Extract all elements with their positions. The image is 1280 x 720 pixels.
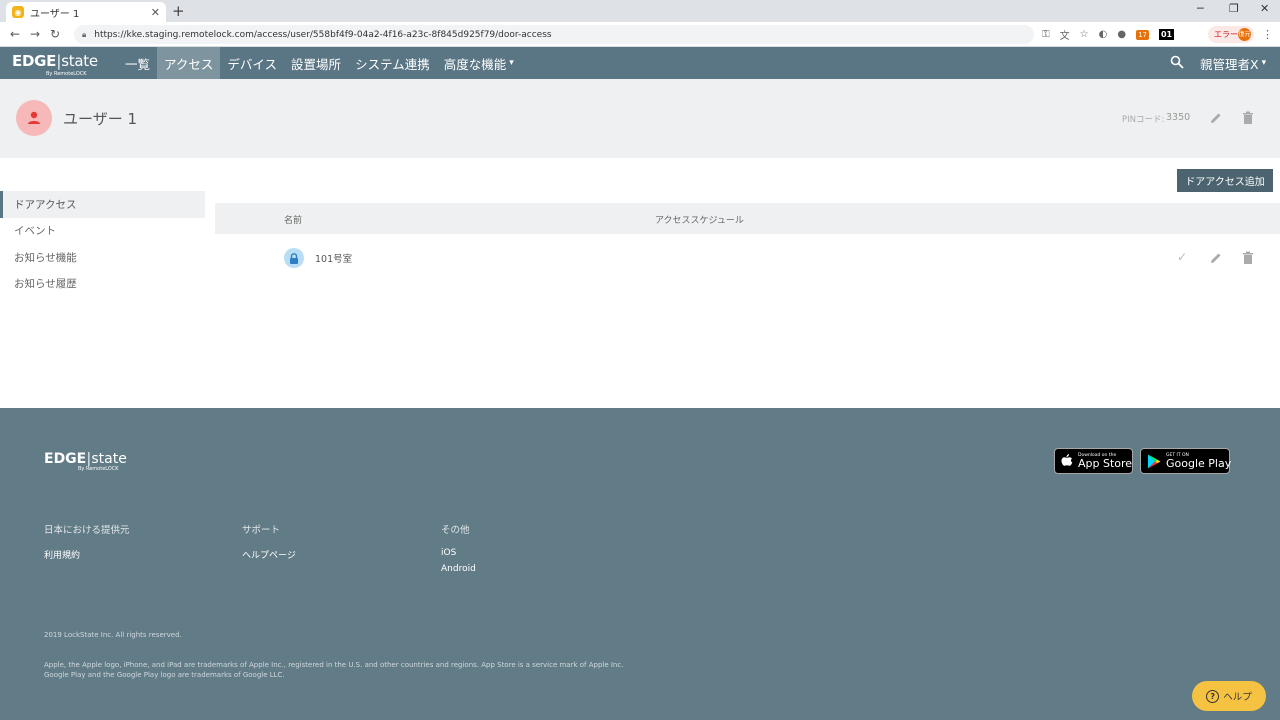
help-button[interactable]: ? ヘルプ <box>1192 681 1266 711</box>
copyright-text: 2019 LockState Inc. All rights reserved. <box>44 631 182 639</box>
browser-toolbar: ← → ↻ 🔒︎ https://kke.staging.remotelock.… <box>0 22 1280 47</box>
site-favicon-icon: ◉ <box>12 6 24 18</box>
footer-logo-sub: By RemoteLOCK <box>78 466 119 472</box>
sidebar-item-events[interactable]: イベント <box>0 218 205 245</box>
address-bar[interactable]: 🔒︎ https://kke.staging.remotelock.com/ac… <box>74 25 1034 44</box>
lock-icon <box>284 248 304 268</box>
page-title: ユーザー 1 <box>63 110 138 128</box>
footer: EDGE|state By RemoteLOCK Download on the… <box>0 408 1280 720</box>
logo-main: EDGE <box>12 52 57 70</box>
footer-link-terms[interactable]: 利用規約 <box>44 548 80 561</box>
person-icon <box>28 111 40 124</box>
extension-circle-icon[interactable]: ◐ <box>1099 29 1108 40</box>
avatar <box>16 100 52 136</box>
extension-01-icon[interactable]: 01 <box>1158 29 1175 40</box>
footer-logo-main: EDGE <box>44 451 87 467</box>
google-play-button[interactable]: GET IT ON Google Play <box>1140 448 1232 474</box>
secure-lock-icon: 🔒︎ <box>82 29 87 39</box>
browser-menu-icon[interactable]: ⋮ <box>1262 28 1273 41</box>
trademark-text: Apple, the Apple logo, iPhone, and iPad … <box>44 661 624 679</box>
chevron-down-icon: ▾ <box>1261 58 1267 68</box>
nav-menu: 一覧 アクセス デバイス 設置場所 システム連携 高度な機能 ▾ <box>118 47 521 79</box>
browser-tab[interactable]: ◉ ユーザー 1 ✕ <box>6 2 166 22</box>
sidebar-item-notifications[interactable]: お知らせ機能 <box>0 244 205 271</box>
delete-trash-icon[interactable] <box>1242 111 1254 125</box>
bookmark-star-icon[interactable]: ☆ <box>1080 29 1089 40</box>
tab-title: ユーザー 1 <box>30 8 80 20</box>
help-question-icon: ? <box>1206 689 1220 703</box>
reload-icon[interactable]: ↻ <box>45 27 65 41</box>
search-icon[interactable] <box>1170 55 1184 69</box>
google-play-big-text: Google Play <box>1166 456 1232 470</box>
user-menu[interactable]: 親管理者X ▾ <box>1200 47 1266 79</box>
user-menu-label: 親管理者X <box>1200 56 1259 72</box>
footer-logo-thin: state <box>91 451 127 467</box>
column-header-schedule: アクセススケジュール <box>655 216 744 226</box>
help-label: ヘルプ <box>1223 692 1252 703</box>
sidebar-item-notification-history[interactable]: お知らせ履歴 <box>0 271 205 298</box>
footer-col-other-title: その他 <box>441 525 470 536</box>
forward-icon[interactable]: → <box>25 27 45 41</box>
table-row: 101号室 ✓ <box>215 240 1280 276</box>
apple-icon <box>1061 454 1073 468</box>
checkmark-icon[interactable]: ✓ <box>1177 250 1187 264</box>
window-close-icon[interactable]: ✕ <box>1260 2 1269 15</box>
profile-error-pill[interactable]: エラー 復元 <box>1208 26 1254 43</box>
minimize-icon[interactable]: ─ <box>1197 2 1204 15</box>
table-header: 名前 アクセススケジュール <box>215 203 1280 234</box>
column-header-name: 名前 <box>284 216 303 226</box>
calendar-extension-icon[interactable]: 17 <box>1136 29 1149 40</box>
nav-item-advanced-label: 高度な機能 <box>443 56 507 72</box>
sidebar-item-door-access[interactable]: ドアアクセス <box>0 191 205 218</box>
footer-col-support-title: サポート <box>242 525 281 536</box>
door-name-link[interactable]: 101号室 <box>315 251 352 265</box>
footer-link-ios[interactable]: iOS <box>441 548 456 558</box>
google-play-icon <box>1147 454 1161 469</box>
app-store-big-text: App Store <box>1078 456 1133 470</box>
error-label: エラー <box>1214 30 1238 39</box>
extension-dot-icon[interactable]: ● <box>1117 29 1126 40</box>
extension-icons: ⚿ 文 ☆ ◐ ● 17 01 <box>1042 25 1175 44</box>
back-icon[interactable]: ← <box>5 27 25 41</box>
nav-item-locations[interactable]: 設置場所 <box>284 47 348 79</box>
footer-logo: EDGE|state By RemoteLOCK <box>44 451 127 472</box>
edgestate-logo[interactable]: EDGE|state By RemoteLOCK <box>12 51 98 77</box>
user-header: ユーザー 1 PINコード: 3350 <box>0 79 1280 158</box>
pin-value: 3350 <box>1166 112 1191 123</box>
key-icon[interactable]: ⚿ <box>1042 29 1050 40</box>
footer-col-provider-title: 日本における提供元 <box>44 525 130 536</box>
logo-thin: state <box>61 52 98 70</box>
delete-trash-icon[interactable] <box>1242 251 1254 265</box>
nav-item-devices[interactable]: デバイス <box>220 47 284 79</box>
chevron-down-icon: ▾ <box>509 58 514 68</box>
edit-pencil-icon[interactable] <box>1209 111 1223 125</box>
nav-item-integrations[interactable]: システム連携 <box>348 47 437 79</box>
app-store-button[interactable]: Download on the App Store <box>1054 448 1133 474</box>
translate-icon[interactable]: 文 <box>1060 27 1070 42</box>
profile-avatar-icon: 復元 <box>1238 28 1251 41</box>
nav-item-access[interactable]: アクセス <box>157 47 221 79</box>
url-text: https://kke.staging.remotelock.com/acces… <box>94 29 552 40</box>
footer-link-help-page[interactable]: ヘルプページ <box>242 548 296 561</box>
new-tab-icon[interactable]: + <box>172 2 185 20</box>
nav-item-list[interactable]: 一覧 <box>118 47 157 79</box>
tab-close-icon[interactable]: ✕ <box>151 6 160 19</box>
sidebar: ドアアクセス イベント お知らせ機能 お知らせ履歴 <box>0 191 205 297</box>
browser-tabbar: ◉ ユーザー 1 ✕ + ─ ❐ ✕ <box>0 0 1280 22</box>
edit-pencil-icon[interactable] <box>1209 251 1223 265</box>
pin-label: PINコード: <box>1122 115 1165 125</box>
nav-item-advanced[interactable]: 高度な機能 ▾ <box>437 47 521 79</box>
footer-link-android[interactable]: Android <box>441 564 476 574</box>
app-navbar: EDGE|state By RemoteLOCK 一覧 アクセス デバイス 設置… <box>0 47 1280 79</box>
restore-icon[interactable]: ❐ <box>1229 2 1239 15</box>
logo-sub: By RemoteLOCK <box>46 71 87 77</box>
add-door-access-button[interactable]: ドアアクセス追加 <box>1177 169 1273 192</box>
